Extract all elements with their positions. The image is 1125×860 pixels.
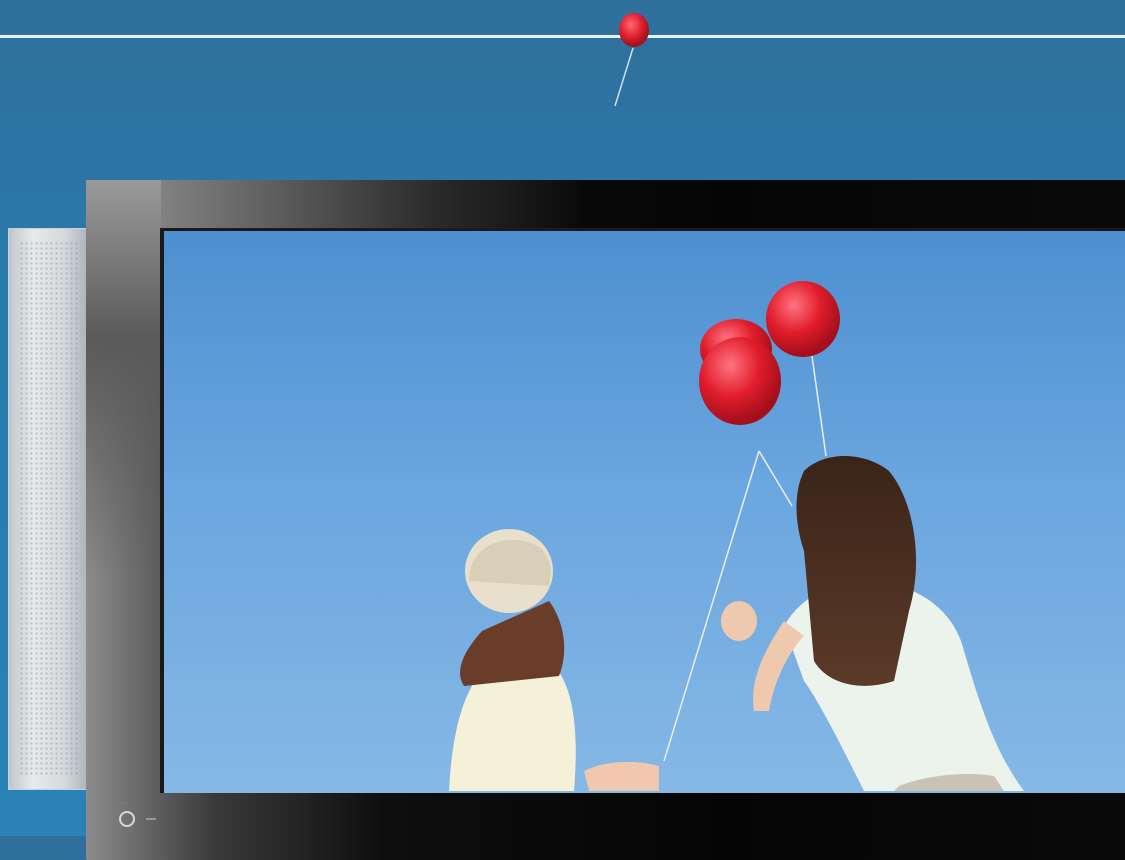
power-label-mark bbox=[121, 802, 129, 804]
person-right bbox=[721, 456, 1024, 791]
power-icon[interactable] bbox=[119, 811, 135, 827]
horizontal-line bbox=[0, 35, 1125, 38]
person-left bbox=[449, 529, 659, 791]
tv-screen bbox=[160, 228, 1125, 793]
balloon bbox=[766, 281, 840, 357]
power-indicator bbox=[146, 818, 156, 820]
speaker-panel bbox=[8, 228, 90, 790]
balloon bbox=[699, 337, 781, 425]
screen-photo bbox=[449, 281, 1024, 791]
balloon-string bbox=[811, 355, 827, 457]
floating-balloon-icon bbox=[614, 13, 649, 107]
speaker-grille bbox=[19, 241, 81, 777]
balloon-string bbox=[758, 450, 793, 507]
